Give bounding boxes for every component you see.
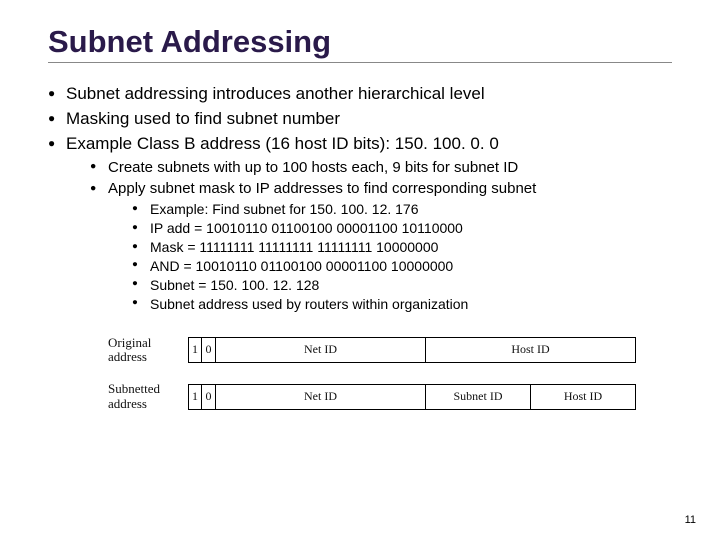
address-bar: 1 0 Net ID Host ID (188, 337, 636, 363)
diagram-label: Original address (108, 336, 188, 365)
address-bar: 1 0 Net ID Subnet ID Host ID (188, 384, 636, 410)
bullet-l1: Masking used to find subnet number (48, 108, 672, 131)
netid-cell: Net ID (216, 337, 426, 363)
diagram-label: Subnetted address (108, 382, 188, 411)
bit-cell: 0 (202, 384, 216, 410)
slide-title: Subnet Addressing (48, 24, 672, 63)
address-diagram: Original address 1 0 Net ID Host ID Subn… (108, 336, 672, 411)
bit-cell: 0 (202, 337, 216, 363)
diagram-row-original: Original address 1 0 Net ID Host ID (108, 336, 672, 365)
bullet-text: Example Class B address (16 host ID bits… (66, 134, 499, 153)
bullet-l3: Subnet address used by routers within or… (132, 295, 672, 314)
bullet-l3: Example: Find subnet for 150. 100. 12. 1… (132, 200, 672, 219)
diagram-row-subnetted: Subnetted address 1 0 Net ID Subnet ID H… (108, 382, 672, 411)
bit-cell: 1 (188, 384, 202, 410)
hostid-cell: Host ID (531, 384, 636, 410)
bullet-list-l3: Example: Find subnet for 150. 100. 12. 1… (132, 200, 672, 313)
bullet-l1: Example Class B address (16 host ID bits… (48, 133, 672, 314)
bullet-l2: Apply subnet mask to IP addresses to fin… (90, 179, 672, 314)
bullet-list: Subnet addressing introduces another hie… (48, 83, 672, 314)
page-number: 11 (685, 514, 696, 526)
bullet-l3: IP add = 10010110 01100100 00001100 1011… (132, 219, 672, 238)
bullet-l3: Mask = 11111111 11111111 11111111 100000… (132, 238, 672, 257)
netid-cell: Net ID (216, 384, 426, 410)
bullet-l3: Subnet = 150. 100. 12. 128 (132, 276, 672, 295)
bullet-l3: AND = 10010110 01100100 00001100 1000000… (132, 257, 672, 276)
bullet-l2: Create subnets with up to 100 hosts each… (90, 158, 672, 178)
subnetid-cell: Subnet ID (426, 384, 531, 410)
bit-cell: 1 (188, 337, 202, 363)
bullet-text: Apply subnet mask to IP addresses to fin… (108, 180, 536, 197)
hostid-cell: Host ID (426, 337, 636, 363)
slide: Subnet Addressing Subnet addressing intr… (0, 0, 720, 540)
bullet-l1: Subnet addressing introduces another hie… (48, 83, 672, 106)
bullet-list-l2: Create subnets with up to 100 hosts each… (90, 158, 672, 314)
